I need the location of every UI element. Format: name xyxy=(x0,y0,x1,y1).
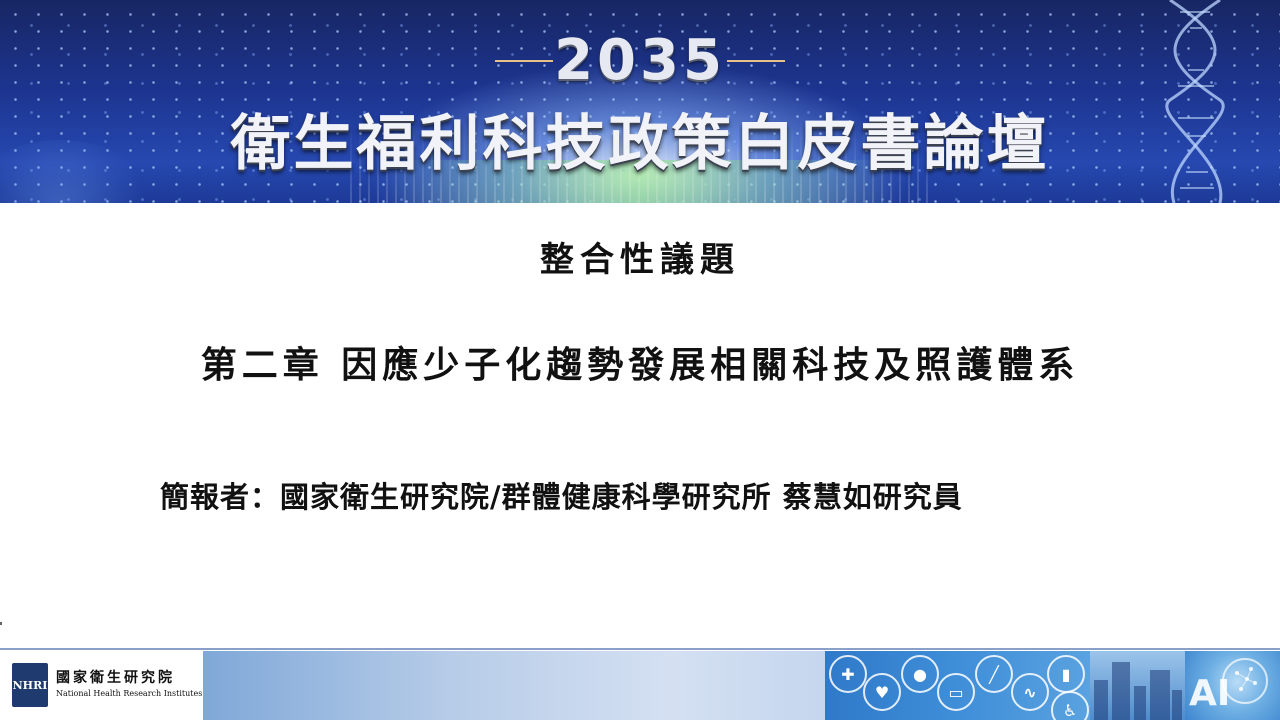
nhri-logo-english: National Health Research Institutes xyxy=(56,689,203,698)
building xyxy=(1112,662,1130,720)
banner-title: 衛生福利科技政策白皮書論壇 xyxy=(230,109,1050,179)
ai-label: AI xyxy=(1189,673,1231,714)
building xyxy=(1094,680,1108,720)
building xyxy=(1150,670,1170,720)
presenter-line: 簡報者：國家衛生研究院/群體健康科學研究所 蔡慧如研究員 xyxy=(160,480,963,514)
building xyxy=(1172,690,1182,720)
footer-divider xyxy=(0,648,1280,650)
banner-year: 2035 xyxy=(554,28,726,93)
medical-cross-icon: ✚ xyxy=(829,655,867,693)
banner: 2035 衛生福利科技政策白皮書論壇 xyxy=(0,0,1280,203)
wheelchair-icon: ♿ xyxy=(1051,691,1089,720)
syringe-icon: ╱ xyxy=(975,655,1013,693)
medicine-bottle-icon: ▮ xyxy=(1047,655,1085,693)
medical-icons-panel: ✚ ♥ ● ▭ ╱ ∿ ▮ ♿ xyxy=(825,651,1090,720)
person-icon: ● xyxy=(901,655,939,693)
monitor-icon: ▭ xyxy=(937,673,975,711)
heart-icon: ♥ xyxy=(863,673,901,711)
ai-head-image: AI xyxy=(1185,651,1280,720)
footer-gradient-band xyxy=(203,651,825,720)
nhri-logo: NHRI 國家衛生研究院 National Health Research In… xyxy=(0,651,203,720)
nhri-logo-mark: NHRI xyxy=(12,663,48,707)
chapter-title: 第二章 因應少子化趨勢發展相關科技及照護體系 xyxy=(200,345,1080,386)
nhri-logo-chinese: 國家衛生研究院 xyxy=(56,670,175,686)
edge-mark xyxy=(0,622,2,625)
building xyxy=(1134,686,1146,720)
slide-heading: 整合性議題 xyxy=(540,240,740,280)
heartbeat-icon: ∿ xyxy=(1011,673,1049,711)
city-buildings-image xyxy=(1090,651,1185,720)
dna-helix-icon xyxy=(1165,0,1225,203)
